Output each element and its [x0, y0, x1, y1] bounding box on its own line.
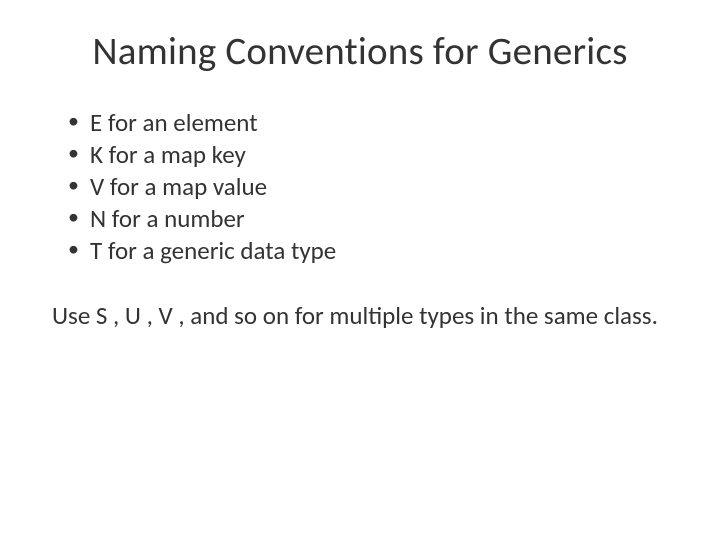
list-item: K for a map key — [68, 139, 672, 171]
bullet-list: E for an element K for a map key V for a… — [48, 107, 672, 267]
slide: Naming Conventions for Generics E for an… — [0, 0, 720, 540]
list-item: V for a map value — [68, 171, 672, 203]
footer-note: Use S , U , V , and so on for multiple t… — [48, 301, 672, 332]
list-item: E for an element — [68, 107, 672, 139]
list-item: T for a generic data type — [68, 235, 672, 267]
slide-title: Naming Conventions for Generics — [48, 28, 672, 75]
list-item: N for a number — [68, 203, 672, 235]
